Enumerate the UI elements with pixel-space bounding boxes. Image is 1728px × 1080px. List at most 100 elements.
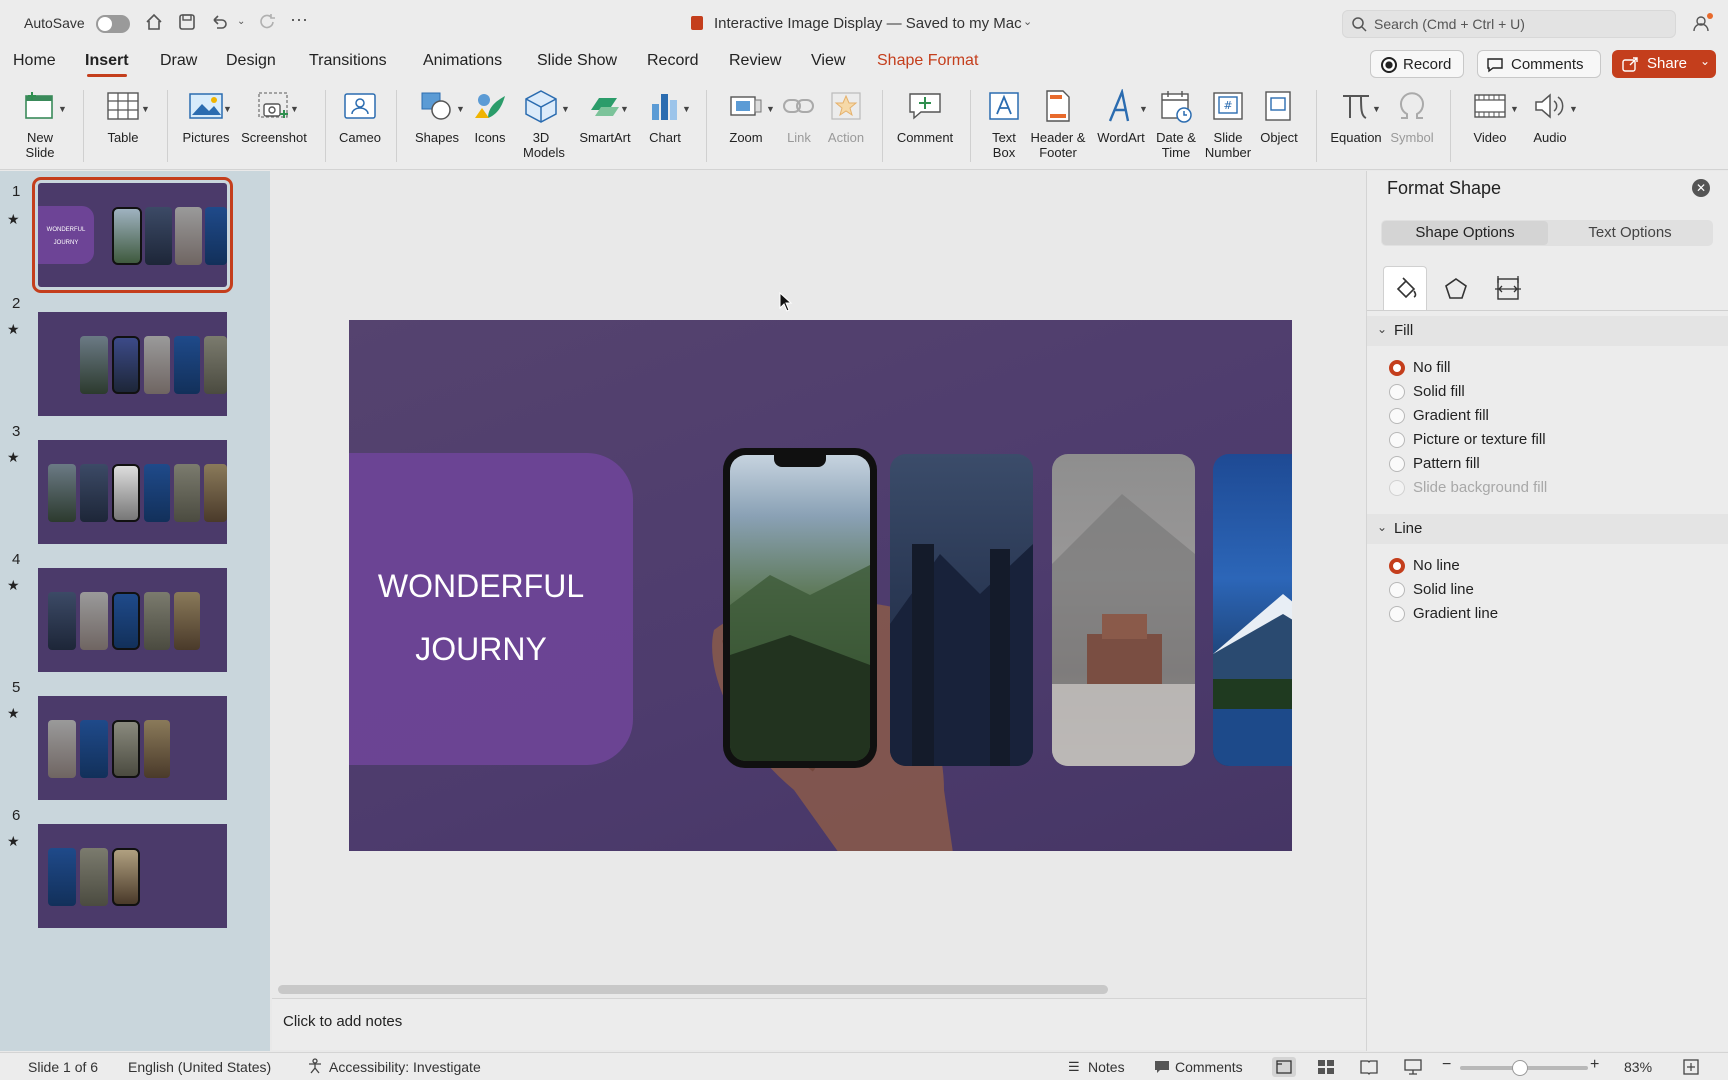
effects-pentagon-icon[interactable]: [1444, 277, 1468, 301]
reading-view-icon[interactable]: [1360, 1059, 1378, 1075]
share-button[interactable]: Share ⌄: [1612, 50, 1716, 78]
video-button[interactable]: Video: [1462, 86, 1518, 145]
tab-animations[interactable]: Animations: [423, 52, 502, 70]
smartart-button[interactable]: SmartArt: [572, 86, 638, 145]
document-title[interactable]: Interactive Image Display — Saved to my …: [714, 15, 1022, 32]
home-icon[interactable]: [144, 12, 164, 32]
header-footer-button[interactable]: Header & Footer: [1028, 86, 1088, 160]
fit-to-window-icon[interactable]: [1683, 1059, 1699, 1075]
zoom-level[interactable]: 83%: [1624, 1059, 1652, 1075]
3d-models-button[interactable]: 3D Models: [515, 86, 567, 160]
radio-gradient-fill[interactable]: [1389, 408, 1405, 424]
image-card-misty-monastery[interactable]: [1052, 454, 1195, 766]
cameo-button[interactable]: Cameo: [334, 86, 386, 145]
notes-icon[interactable]: ☰: [1068, 1059, 1080, 1075]
record-button[interactable]: Record: [1370, 50, 1464, 78]
slide-1[interactable]: WONDERFUL JOURNY: [349, 320, 1292, 851]
notes-pane[interactable]: Click to add notes: [272, 998, 1366, 1050]
label-gradient-line[interactable]: Gradient line: [1413, 605, 1498, 622]
table-button[interactable]: Table: [95, 86, 151, 145]
equation-button[interactable]: Equation: [1326, 86, 1386, 145]
slide-thumbnail-pane[interactable]: 1 ★ WONDERFUL JOURNY 2 ★ 3 ★ 4 ★ 5 ★ 6 ★: [0, 171, 270, 1051]
fill-section-header[interactable]: ⌄ Fill: [1367, 316, 1728, 346]
notes-toggle[interactable]: Notes: [1088, 1059, 1125, 1075]
redo-icon[interactable]: [258, 12, 278, 32]
slide-thumbnail-6[interactable]: [38, 824, 227, 928]
audio-button[interactable]: Audio: [1524, 86, 1576, 145]
audio-dropdown-icon[interactable]: ▼: [1569, 104, 1578, 114]
title-chevron-icon[interactable]: ⌄: [1023, 15, 1032, 28]
phone-image[interactable]: [723, 448, 877, 768]
text-box-button[interactable]: Text Box: [980, 86, 1028, 160]
slide-thumbnail-1[interactable]: WONDERFUL JOURNY: [32, 177, 233, 293]
slide-title-line1[interactable]: WONDERFUL: [349, 555, 613, 618]
label-pattern-fill[interactable]: Pattern fill: [1413, 455, 1480, 472]
wordart-dropdown-icon[interactable]: ▼: [1139, 104, 1148, 114]
slide-number-button[interactable]: # Slide Number: [1203, 86, 1253, 160]
slide-thumbnail-4[interactable]: [38, 568, 227, 672]
comments-button[interactable]: Comments: [1477, 50, 1601, 78]
shapes-button[interactable]: Shapes: [408, 86, 466, 145]
undo-icon[interactable]: [209, 12, 229, 32]
label-no-line[interactable]: No line: [1413, 557, 1460, 574]
tab-design[interactable]: Design: [226, 52, 276, 70]
label-solid-line[interactable]: Solid line: [1413, 581, 1474, 598]
image-card-snow-mountain-lake[interactable]: [1213, 454, 1292, 766]
zoom-dropdown-icon[interactable]: ▼: [766, 104, 775, 114]
tab-shape-options[interactable]: Shape Options: [1382, 221, 1548, 245]
new-slide-button[interactable]: New Slide: [10, 86, 70, 160]
zoom-in-icon[interactable]: +: [1590, 1056, 1599, 1074]
radio-solid-fill[interactable]: [1389, 384, 1405, 400]
screenshot-dropdown-icon[interactable]: ▼: [290, 104, 299, 114]
fill-line-category[interactable]: [1383, 266, 1427, 310]
comments-toggle[interactable]: Comments: [1175, 1059, 1243, 1075]
radio-solid-line[interactable]: [1389, 582, 1405, 598]
radio-pattern-fill[interactable]: [1389, 456, 1405, 472]
close-icon[interactable]: ✕: [1692, 179, 1710, 197]
slide-title-line2[interactable]: JOURNY: [349, 618, 613, 681]
label-no-fill[interactable]: No fill: [1413, 359, 1451, 376]
notes-placeholder[interactable]: Click to add notes: [283, 1013, 402, 1030]
chart-dropdown-icon[interactable]: ▼: [682, 104, 691, 114]
accessibility-status[interactable]: Accessibility: Investigate: [329, 1059, 481, 1075]
label-solid-fill[interactable]: Solid fill: [1413, 383, 1465, 400]
slide-thumbnail-3[interactable]: [38, 440, 227, 544]
object-button[interactable]: Object: [1254, 86, 1304, 145]
zoom-slider[interactable]: [1460, 1060, 1588, 1076]
image-card-dark-mountain[interactable]: [890, 454, 1033, 766]
tab-home[interactable]: Home: [13, 52, 56, 70]
screenshot-button[interactable]: Screenshot: [238, 86, 310, 145]
autosave-toggle[interactable]: [96, 15, 130, 33]
more-icon[interactable]: ⋯: [290, 10, 308, 31]
tab-transitions[interactable]: Transitions: [309, 52, 387, 70]
pictures-dropdown-icon[interactable]: ▼: [223, 104, 232, 114]
date-time-button[interactable]: Date & Time: [1150, 86, 1202, 160]
radio-picture-fill[interactable]: [1389, 432, 1405, 448]
comments-status-icon[interactable]: [1154, 1060, 1170, 1074]
radio-no-line[interactable]: [1389, 558, 1405, 574]
link-button[interactable]: Link: [777, 86, 821, 145]
zoom-out-icon[interactable]: −: [1442, 1056, 1451, 1074]
search-box[interactable]: Search (Cmd + Ctrl + U): [1342, 10, 1676, 38]
tab-shape-format[interactable]: Shape Format: [877, 52, 978, 70]
chart-button[interactable]: Chart: [640, 86, 690, 145]
tab-record[interactable]: Record: [647, 52, 699, 70]
tab-text-options[interactable]: Text Options: [1547, 221, 1713, 245]
undo-dropdown-icon[interactable]: ⌄: [237, 16, 245, 27]
slideshow-icon[interactable]: [1404, 1059, 1422, 1075]
radio-no-fill[interactable]: [1389, 360, 1405, 376]
wordart-button[interactable]: WordArt: [1093, 86, 1149, 145]
account-icon[interactable]: [1692, 12, 1714, 34]
tab-view[interactable]: View: [811, 52, 845, 70]
accessibility-icon[interactable]: [307, 1058, 323, 1074]
action-button[interactable]: Action: [822, 86, 870, 145]
tab-draw[interactable]: Draw: [160, 52, 197, 70]
size-properties-icon[interactable]: [1494, 275, 1522, 303]
symbol-button[interactable]: Symbol: [1386, 86, 1438, 145]
pictures-button[interactable]: Pictures: [178, 86, 234, 145]
smartart-dropdown-icon[interactable]: ▼: [620, 104, 629, 114]
new-slide-dropdown-icon[interactable]: ▼: [58, 104, 67, 114]
radio-gradient-line[interactable]: [1389, 606, 1405, 622]
comment-button[interactable]: Comment: [892, 86, 958, 145]
video-dropdown-icon[interactable]: ▼: [1510, 104, 1519, 114]
